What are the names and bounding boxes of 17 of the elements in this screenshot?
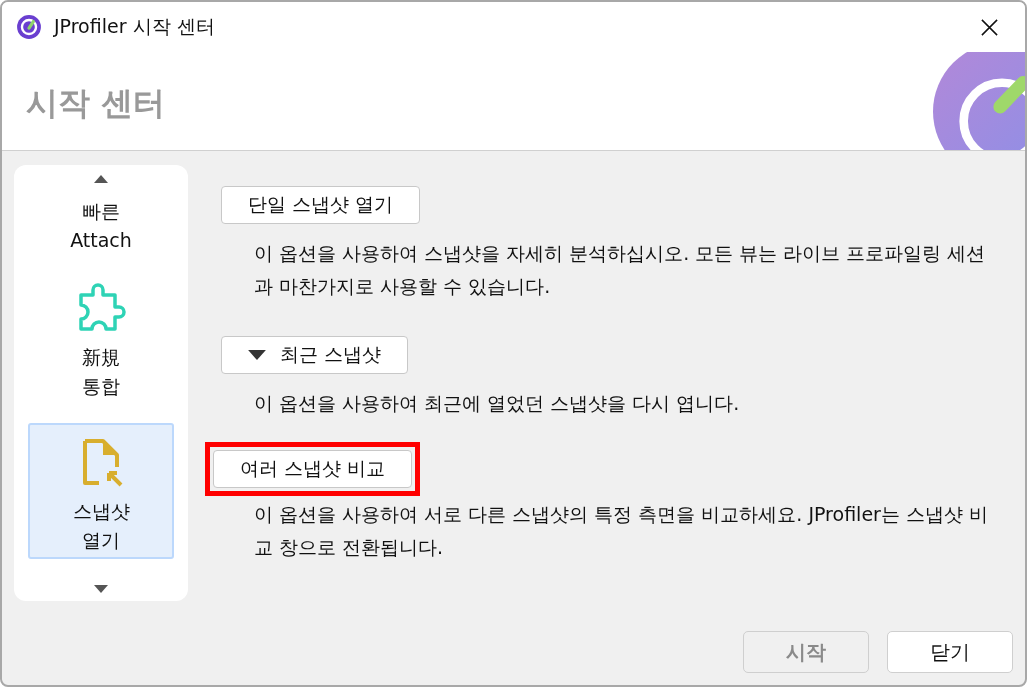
dialog-button[interactable]: 닫기: [887, 631, 1013, 673]
scroll-down-icon[interactable]: [94, 585, 108, 593]
caret-icon: [248, 350, 266, 360]
header-title: 시작 센터: [25, 83, 166, 124]
option-description: 이 옵션을 사용하여 최근에 열었던 스냅샷을 다시 엽니다.: [253, 391, 740, 416]
option-description: 이 옵션을 사용하여 스냅샷을 자세히 분석하십시오. 모든 뷰는 라이브 프로파일링 세션과 마찬가지로 사용할 수 있습니다.: [253, 241, 987, 299]
option-description: 이 옵션을 사용하여 서로 다른 스냅샷의 특정 측면을 비교하세요. JProfiler는 스냅샷 비교 창으로 전환됩니다.: [253, 502, 989, 560]
sidebar-item[interactable]: 스냅샷 열기: [28, 423, 174, 559]
option-button[interactable]: 단일 스냅샷 열기: [221, 186, 421, 224]
close-icon[interactable]: [980, 17, 999, 37]
scroll-up-icon[interactable]: [94, 175, 108, 183]
window-title: JProfiler 시작 센터: [54, 14, 216, 39]
app-icon: [16, 14, 42, 40]
sidebar-item[interactable]: 新規 통합: [28, 277, 174, 405]
dropdown-button[interactable]: 최근 스냅샷: [221, 336, 409, 374]
option-button[interactable]: 여러 스냅샷 비교: [213, 450, 413, 488]
sidebar-item[interactable]: 빠른 Attach: [28, 191, 174, 259]
